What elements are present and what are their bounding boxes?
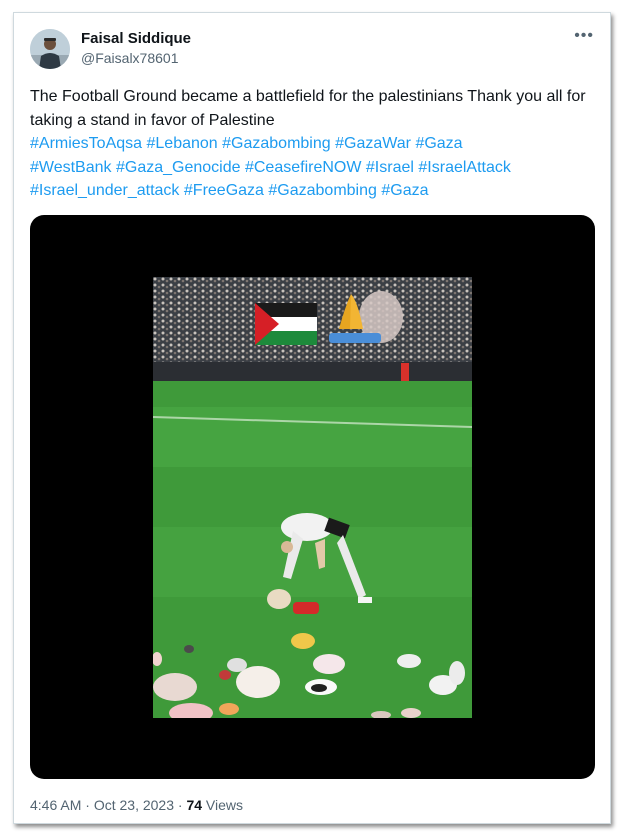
hashtag-link[interactable]: #Israel	[366, 159, 414, 176]
video-frame	[153, 277, 472, 718]
avatar[interactable]	[30, 29, 70, 69]
ad-boards	[153, 362, 472, 382]
hashtag-list: #ArmiesToAqsa #Lebanon #Gazabombing #Gaz…	[30, 132, 600, 203]
tweet-meta: 4:46 AM · Oct 23, 2023 · 74 Views	[30, 797, 243, 813]
meta-separator: ·	[85, 797, 90, 813]
more-horizontal-icon: •••	[574, 27, 594, 44]
background-player	[401, 363, 409, 381]
hashtag-link[interactable]: #CeasefireNOW	[245, 159, 361, 176]
tweet-date[interactable]: Oct 23, 2023	[94, 797, 174, 813]
hashtag-link[interactable]: #Gaza	[381, 182, 428, 199]
more-options-button[interactable]: •••	[574, 27, 594, 45]
tweet-card: Faisal Siddique @Faisalx78601 ••• The Fo…	[13, 12, 611, 824]
hashtag-link[interactable]: #Gazabombing	[222, 135, 331, 152]
hashtag-link[interactable]: #Lebanon	[147, 135, 218, 152]
tweet-text: The Football Ground became a battlefield…	[30, 88, 586, 129]
hashtag-line: #ArmiesToAqsa #Lebanon #Gazabombing #Gaz…	[30, 132, 600, 156]
meta-separator: ·	[177, 797, 183, 813]
hashtag-line: #WestBank #Gaza_Genocide #CeasefireNOW #…	[30, 156, 600, 180]
hashtag-link[interactable]: #FreeGaza	[184, 182, 264, 199]
hashtag-link[interactable]: #Israel_under_attack	[30, 182, 179, 199]
hashtag-line: #Israel_under_attack #FreeGaza #Gazabomb…	[30, 179, 600, 203]
views-count: 74	[186, 797, 203, 813]
hashtag-link[interactable]: #WestBank	[30, 159, 112, 176]
author-name[interactable]: Faisal Siddique	[81, 30, 191, 47]
hashtag-link[interactable]: #GazaWar	[335, 135, 411, 152]
hashtag-link[interactable]: #Gaza_Genocide	[116, 159, 241, 176]
hashtag-link[interactable]: #Gaza	[415, 135, 462, 152]
stadium-scene	[153, 277, 472, 718]
author-handle[interactable]: @Faisalx78601	[81, 50, 179, 66]
views-label: Views	[205, 797, 244, 813]
hashtag-link[interactable]: #Gazabombing	[268, 182, 377, 199]
palestine-flag-icon	[255, 303, 317, 345]
hashtag-link[interactable]: #ArmiesToAqsa	[30, 135, 142, 152]
avatar-image	[30, 29, 70, 69]
tweet-time[interactable]: 4:46 AM	[30, 797, 81, 813]
hashtag-link[interactable]: #IsraelAttack	[418, 159, 510, 176]
video-player[interactable]	[30, 215, 595, 779]
